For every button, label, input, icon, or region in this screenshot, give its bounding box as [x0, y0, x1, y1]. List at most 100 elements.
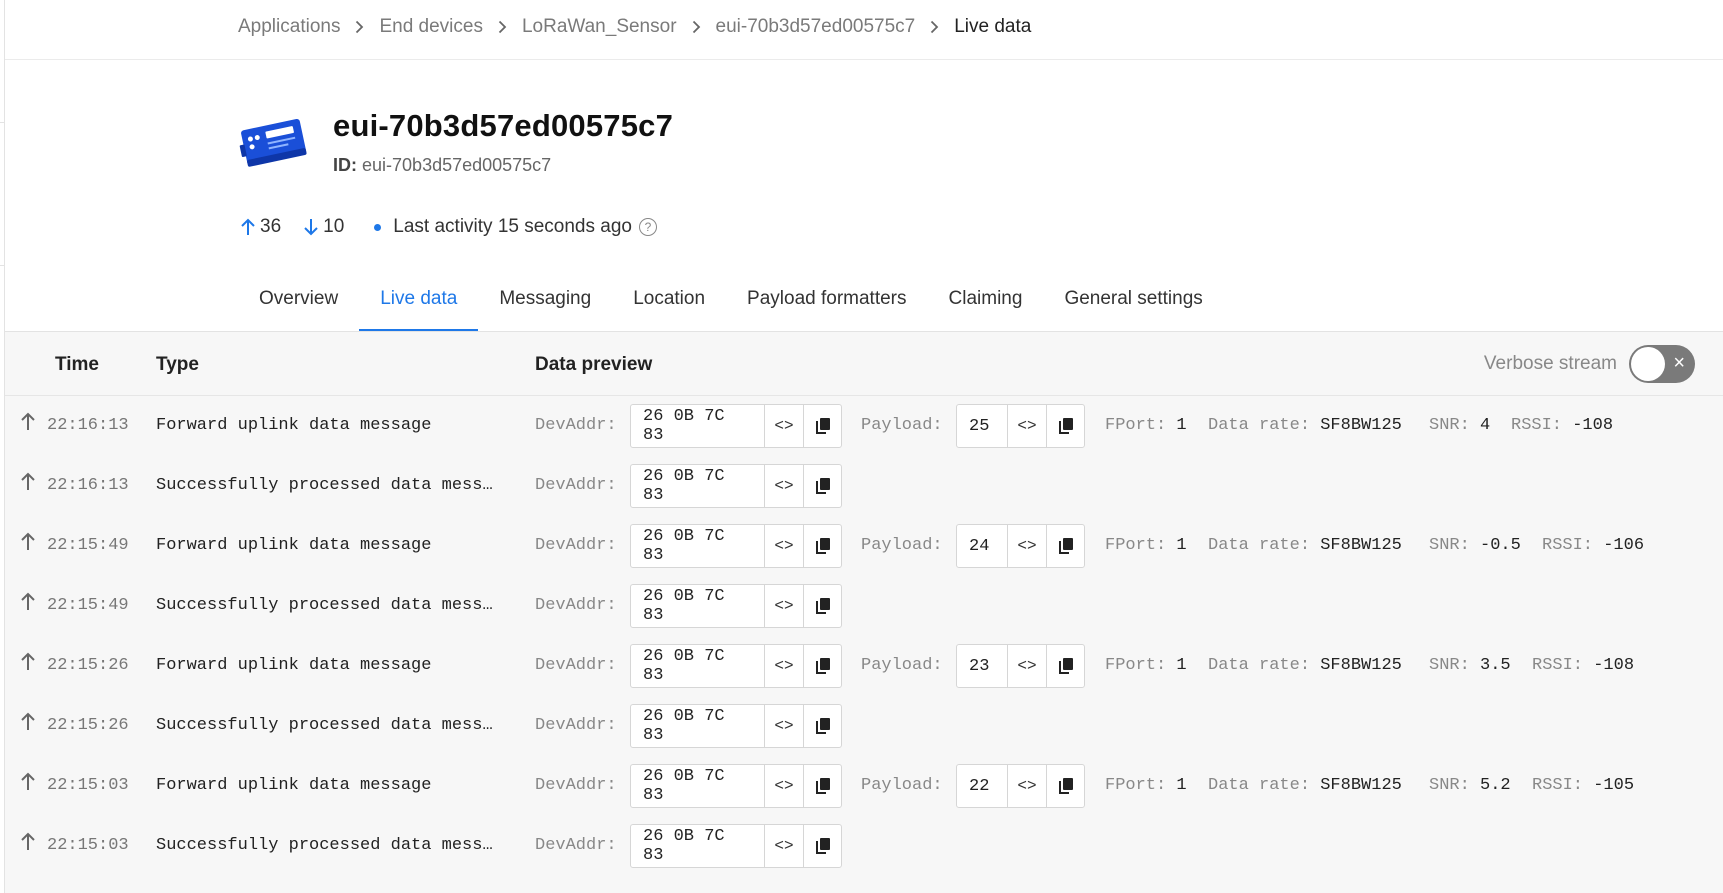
copy-icon[interactable]	[803, 765, 841, 807]
copy-icon[interactable]	[1046, 765, 1084, 807]
breadcrumb-application[interactable]: LoRaWan_Sensor	[522, 16, 677, 38]
copy-icon[interactable]	[1046, 405, 1084, 447]
payload-value: 22	[957, 765, 1008, 807]
devaddr-label: DevAddr:	[535, 656, 617, 675]
event-type: Successfully processed data mess…	[156, 836, 493, 855]
device-stats: 36 10 Last activity 15 seconds ago ?	[240, 212, 657, 242]
tab-general-settings[interactable]: General settings	[1043, 280, 1223, 332]
event-type: Forward uplink data message	[156, 536, 432, 555]
tab-location[interactable]: Location	[612, 280, 726, 332]
rssi-label: RSSI:	[1542, 536, 1594, 555]
header-divider	[5, 59, 1723, 60]
copy-icon[interactable]	[803, 645, 841, 687]
devaddr-value: 26 0B 7C 83	[631, 525, 765, 567]
arrow-up-icon	[19, 710, 37, 738]
payload-label: Payload:	[861, 536, 943, 555]
devaddr-box: 26 0B 7C 83 <>	[630, 524, 842, 568]
verbose-stream-toggle[interactable]: ×	[1629, 345, 1695, 383]
arrow-up-icon	[19, 830, 37, 858]
devaddr-box: 26 0B 7C 83 <>	[630, 584, 842, 628]
devaddr-box: 26 0B 7C 83 <>	[630, 824, 842, 868]
copy-icon[interactable]	[803, 525, 841, 567]
table-row[interactable]: 22:15:26 Successfully processed data mess…	[5, 696, 1723, 756]
copy-icon[interactable]	[803, 825, 841, 867]
breadcrumb-applications[interactable]: Applications	[238, 16, 340, 38]
fport: FPort: 1	[1105, 776, 1187, 795]
devaddr-value: 26 0B 7C 83	[631, 585, 765, 627]
event-type: Successfully processed data mess…	[156, 716, 493, 735]
data-rate-label: Data rate:	[1208, 416, 1311, 435]
left-edge-tick	[0, 122, 4, 123]
arrow-up-icon	[19, 470, 37, 498]
code-toggle-icon[interactable]: <>	[1008, 765, 1046, 807]
device-title: eui-70b3d57ed00575c7	[333, 108, 674, 143]
table-row[interactable]: 22:15:03 Successfully processed data mess…	[5, 816, 1723, 876]
code-toggle-icon[interactable]: <>	[765, 825, 803, 867]
copy-icon[interactable]	[803, 405, 841, 447]
payload-label: Payload:	[861, 416, 943, 435]
payload-label: Payload:	[861, 656, 943, 675]
fport-value: 1	[1166, 776, 1187, 795]
devaddr-label: DevAddr:	[535, 836, 617, 855]
snr-value: -0.5	[1469, 536, 1521, 555]
code-toggle-icon[interactable]: <>	[765, 705, 803, 747]
code-toggle-icon[interactable]: <>	[765, 645, 803, 687]
arrow-up-icon	[19, 590, 37, 618]
devaddr-value: 26 0B 7C 83	[631, 645, 765, 687]
code-toggle-icon[interactable]: <>	[765, 525, 803, 567]
table-row[interactable]: 22:15:03 Forward uplink data message DevAd…	[5, 756, 1723, 816]
arrow-up-icon	[19, 650, 37, 678]
event-type: Forward uplink data message	[156, 656, 432, 675]
column-header-time: Time	[55, 354, 100, 375]
column-header-type: Type	[156, 354, 199, 375]
code-toggle-icon[interactable]: <>	[765, 405, 803, 447]
snr: SNR: 4	[1429, 416, 1490, 435]
copy-icon[interactable]	[1046, 525, 1084, 567]
data-rate-label: Data rate:	[1208, 536, 1311, 555]
code-toggle-icon[interactable]: <>	[1008, 645, 1046, 687]
data-rate-label: Data rate:	[1208, 776, 1311, 795]
tab-claiming[interactable]: Claiming	[928, 280, 1044, 332]
tab-payload-formatters[interactable]: Payload formatters	[726, 280, 927, 332]
copy-icon[interactable]	[1046, 645, 1084, 687]
code-toggle-icon[interactable]: <>	[765, 765, 803, 807]
event-time: 22:15:49	[47, 536, 129, 555]
code-toggle-icon[interactable]: <>	[1008, 405, 1046, 447]
table-row[interactable]: 22:15:49 Successfully processed data mess…	[5, 576, 1723, 636]
table-row[interactable]: 22:16:13 Successfully processed data mess…	[5, 456, 1723, 516]
left-edge-tick	[0, 265, 4, 266]
help-icon[interactable]: ?	[638, 218, 657, 236]
devaddr-box: 26 0B 7C 83 <>	[630, 764, 842, 808]
breadcrumb-end-devices[interactable]: End devices	[379, 16, 483, 38]
code-toggle-icon[interactable]: <>	[1008, 525, 1046, 567]
arrow-up-icon	[241, 218, 255, 235]
tab-messaging[interactable]: Messaging	[478, 280, 612, 332]
breadcrumb-device[interactable]: eui-70b3d57ed00575c7	[716, 16, 916, 38]
downlink-count-value: 10	[323, 216, 345, 237]
last-activity: Last activity 15 seconds ago ?	[374, 216, 657, 238]
copy-icon[interactable]	[803, 585, 841, 627]
devaddr-box: 26 0B 7C 83 <>	[630, 644, 842, 688]
event-type: Forward uplink data message	[156, 416, 432, 435]
last-activity-text: Last activity 15 seconds ago	[393, 216, 632, 237]
device-tabs: Overview Live data Messaging Location Pa…	[238, 280, 1224, 332]
tab-live-data[interactable]: Live data	[359, 280, 479, 332]
table-row[interactable]: 22:16:13 Forward uplink data message DevAd…	[5, 396, 1723, 456]
event-type: Successfully processed data mess…	[156, 476, 493, 495]
fport-value: 1	[1166, 656, 1187, 675]
table-row[interactable]: 22:15:49 Forward uplink data message DevAd…	[5, 516, 1723, 576]
rssi: RSSI: -105	[1532, 776, 1634, 795]
rssi-value: -106	[1593, 536, 1645, 555]
code-toggle-icon[interactable]: <>	[765, 585, 803, 627]
event-time: 22:16:13	[47, 476, 129, 495]
payload-box: 24 <>	[956, 524, 1085, 568]
copy-icon[interactable]	[803, 705, 841, 747]
event-time: 22:15:03	[47, 776, 129, 795]
copy-icon[interactable]	[803, 465, 841, 507]
rssi-value: -105	[1583, 776, 1635, 795]
table-row[interactable]: 22:15:26 Forward uplink data message DevAd…	[5, 636, 1723, 696]
code-toggle-icon[interactable]: <>	[765, 465, 803, 507]
fport-label: FPort:	[1105, 416, 1167, 435]
arrow-up-icon	[19, 770, 37, 798]
tab-overview[interactable]: Overview	[238, 280, 359, 332]
